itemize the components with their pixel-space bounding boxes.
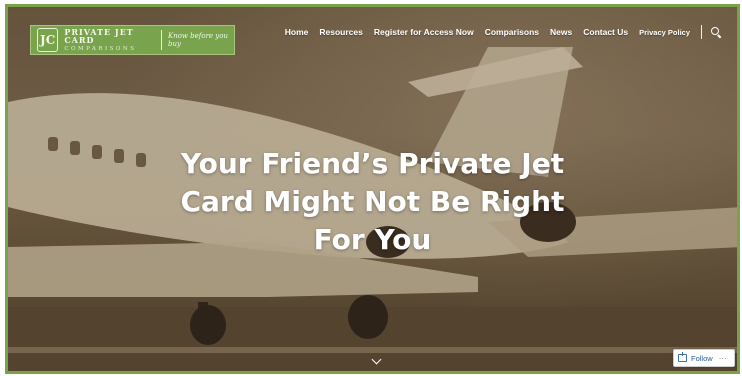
nav-item-register[interactable]: Register for Access Now	[374, 27, 474, 37]
nav-item-home[interactable]: Home	[285, 27, 309, 37]
site-logo[interactable]: JC PRIVATE JET CARD COMPARISONS Know bef…	[30, 25, 235, 55]
page-frame: JC PRIVATE JET CARD COMPARISONS Know bef…	[0, 0, 742, 376]
main-navigation: Home Resources Register for Access Now C…	[274, 24, 721, 40]
nav-item-resources[interactable]: Resources	[319, 27, 362, 37]
logo-mark-icon: JC	[37, 28, 59, 52]
headline-line: Your Friend’s Private Jet	[180, 147, 565, 180]
logo-divider	[161, 30, 162, 50]
nav-divider	[701, 25, 702, 39]
headline-line: Card Might Not Be Right	[180, 185, 565, 218]
headline-line: For You	[313, 223, 432, 256]
hero-headline: Your Friend’s Private Jet Card Might Not…	[8, 145, 737, 259]
nav-item-privacy-policy[interactable]: Privacy Policy	[639, 28, 690, 37]
chevron-down-icon[interactable]	[371, 356, 381, 366]
hero-section: JC PRIVATE JET CARD COMPARISONS Know bef…	[5, 4, 740, 374]
nav-item-news[interactable]: News	[550, 27, 572, 37]
nav-item-comparisons[interactable]: Comparisons	[485, 27, 539, 37]
logo-tagline: Know before you buy	[167, 32, 228, 48]
more-options-icon[interactable]: ···	[719, 354, 727, 363]
search-icon[interactable]	[711, 27, 721, 37]
follow-button[interactable]: Follow ···	[673, 349, 735, 367]
logo-title: PRIVATE JET CARD	[64, 26, 134, 45]
follow-label: Follow	[691, 353, 713, 363]
logo-subtitle: COMPARISONS	[64, 45, 137, 52]
follow-icon	[678, 352, 687, 362]
logo-text: PRIVATE JET CARD COMPARISONS	[64, 28, 155, 53]
nav-item-contact[interactable]: Contact Us	[583, 27, 628, 37]
